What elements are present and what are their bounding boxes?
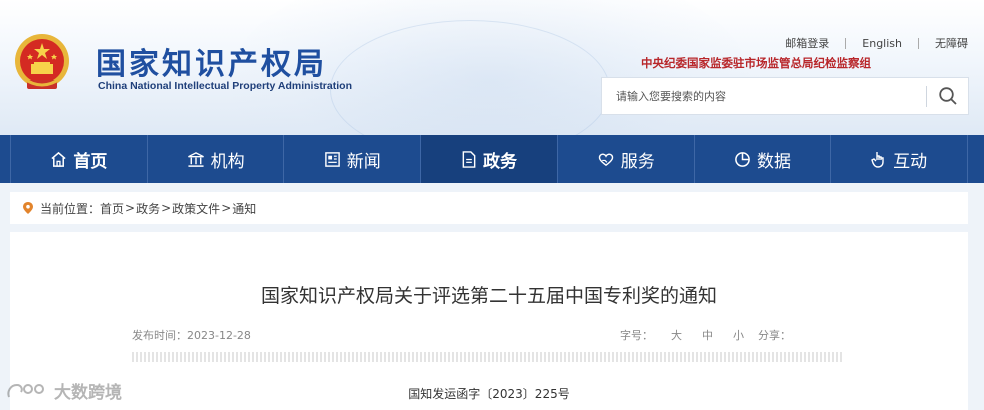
heart-hand-icon xyxy=(598,153,613,166)
breadcrumb-item-notices[interactable]: 通知 xyxy=(232,200,256,217)
pie-chart-icon xyxy=(735,151,750,167)
site-logo-english[interactable]: China National Intellectual Property Adm… xyxy=(98,80,352,92)
dotted-divider xyxy=(132,352,844,362)
search-icon xyxy=(939,87,957,105)
nav-item-label: 服务 xyxy=(620,151,655,172)
nav-item-data[interactable]: 数据 xyxy=(695,135,832,183)
top-links: 邮箱登录 English 无障碍 xyxy=(785,35,968,51)
font-size-medium-button[interactable]: 中 xyxy=(702,327,713,343)
nav-item-label: 机构 xyxy=(210,151,245,172)
article-panel: 国家知识产权局关于评选第二十五届中国专利奖的通知 发布时间：2023-12-28… xyxy=(10,232,968,410)
document-number: 国知发运函字〔2023〕225号 xyxy=(408,387,570,401)
divider xyxy=(845,37,847,49)
nav-item-label: 数据 xyxy=(756,151,791,172)
font-size-large-button[interactable]: 大 xyxy=(671,327,682,343)
search-button[interactable] xyxy=(928,78,968,114)
location-pin-icon xyxy=(23,202,33,214)
site-header: 国家知识产权局 China National Intellectual Prop… xyxy=(0,0,984,135)
pointer-hand-icon xyxy=(871,152,884,168)
search-input[interactable] xyxy=(602,78,924,114)
building-icon xyxy=(187,151,204,167)
article-meta: 发布时间：2023-12-28 字号： 大 中 小 分享： xyxy=(132,327,844,343)
nav-item-services[interactable]: 服务 xyxy=(558,135,695,183)
nav-item-label: 互动 xyxy=(893,151,928,172)
breadcrumb-prefix: 当前位置： xyxy=(40,201,101,216)
share-label: 分享： xyxy=(758,329,791,342)
main-nav: 首页 机构 新闻 政务 服务 数据 互动 xyxy=(0,135,984,183)
nav-item-home[interactable]: 首页 xyxy=(10,135,148,183)
newspaper-icon xyxy=(324,151,340,167)
font-size-switcher: 字号： 大 中 小 xyxy=(620,327,764,343)
breadcrumb: 当前位置： 首页 > 政务 > 政策文件 > 通知 xyxy=(10,192,968,224)
breadcrumb-item-policy-documents[interactable]: 政策文件 xyxy=(172,200,220,217)
watermark-logo-icon xyxy=(7,383,44,397)
discipline-office-link[interactable]: 中央纪委国家监委驻市场监管总局纪检监察组 xyxy=(641,55,871,71)
document-icon xyxy=(462,150,476,168)
nav-item-label: 政务 xyxy=(483,151,518,172)
mailbox-login-link[interactable]: 邮箱登录 xyxy=(785,35,829,51)
publish-date: 发布时间：2023-12-28 xyxy=(132,329,251,342)
divider xyxy=(918,37,919,49)
breadcrumb-item-government-affairs[interactable]: 政务 xyxy=(136,200,160,217)
breadcrumb-separator: > xyxy=(125,201,136,215)
home-icon xyxy=(51,151,66,167)
breadcrumb-item-home[interactable]: 首页 xyxy=(100,200,124,217)
watermark-text: 大数跨境 xyxy=(54,383,122,403)
nav-item-interaction[interactable]: 互动 xyxy=(831,135,969,183)
font-size-label: 字号： xyxy=(620,329,653,342)
english-link[interactable]: English xyxy=(862,37,902,50)
search-divider xyxy=(926,86,927,107)
breadcrumb-separator: > xyxy=(221,201,232,215)
nav-item-government-affairs[interactable]: 政务 xyxy=(421,135,558,183)
search-box xyxy=(601,77,969,115)
nav-item-label: 首页 xyxy=(73,151,108,172)
nav-item-news[interactable]: 新闻 xyxy=(284,135,422,183)
nav-item-label: 新闻 xyxy=(346,151,381,172)
watermark: 大数跨境 xyxy=(6,378,122,403)
nav-item-organization[interactable]: 机构 xyxy=(148,135,285,183)
national-emblem-icon[interactable] xyxy=(13,32,71,94)
accessibility-link[interactable]: 无障碍 xyxy=(935,35,968,51)
site-logo-chinese[interactable]: 国家知识产权局 xyxy=(96,39,327,83)
article-title: 国家知识产权局关于评选第二十五届中国专利奖的通知 xyxy=(260,285,717,307)
breadcrumb-separator: > xyxy=(161,201,172,215)
font-size-small-button[interactable]: 小 xyxy=(733,327,744,343)
